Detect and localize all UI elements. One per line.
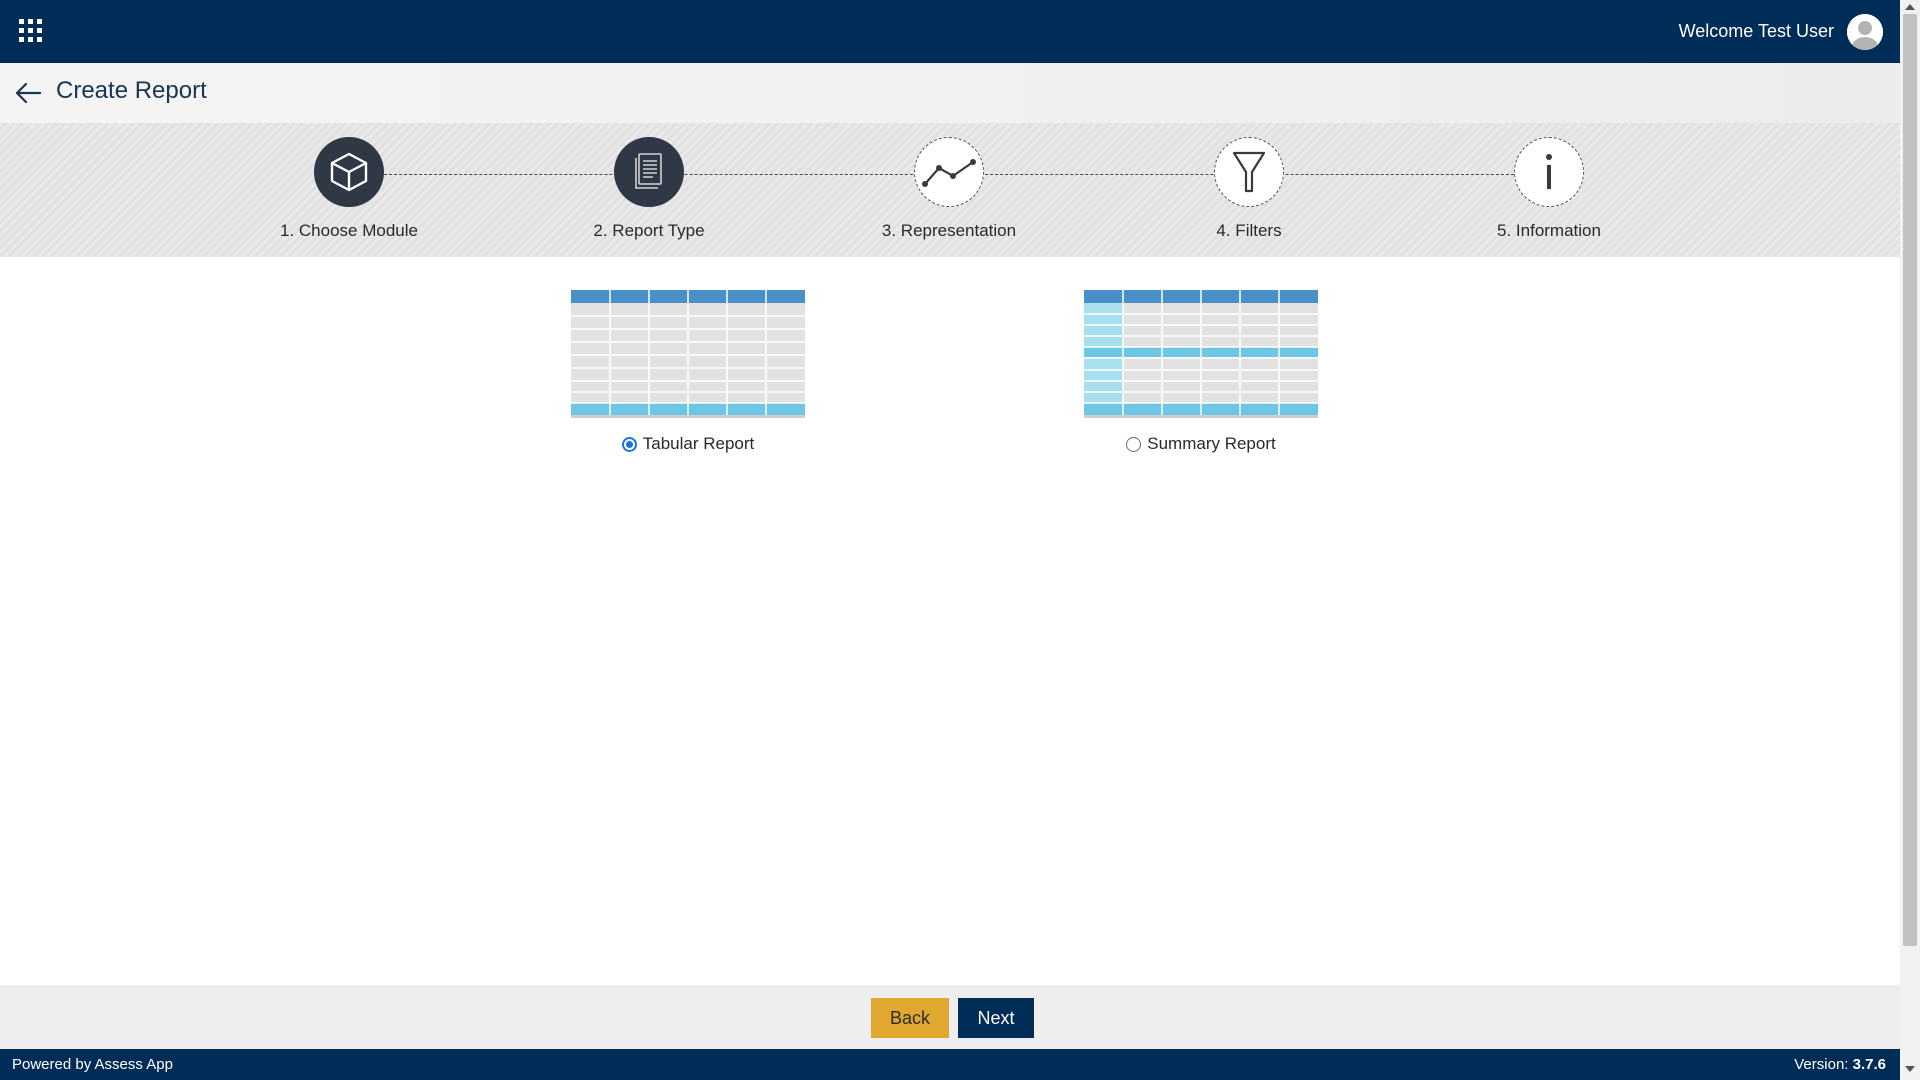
step-filters[interactable]: 4. Filters [1149, 137, 1349, 241]
grid-apps-icon[interactable] [19, 19, 43, 43]
step-choose-module[interactable]: 1. Choose Module [249, 137, 449, 241]
version-number: 3.7.6 [1852, 1056, 1886, 1073]
summary-report-radio-row[interactable]: Summary Report [1083, 434, 1319, 454]
tabular-report-preview[interactable] [571, 290, 805, 418]
step-label: 5. Information [1497, 221, 1601, 240]
scroll-down-arrow-icon[interactable] [1905, 1066, 1915, 1072]
top-navbar: Welcome Test User [0, 0, 1900, 63]
filter-icon [1214, 137, 1284, 207]
tabular-report-radio[interactable] [621, 436, 637, 452]
page-title: Create Report [56, 77, 207, 104]
summary-report-radio[interactable] [1126, 436, 1142, 452]
scroll-thumb[interactable] [1903, 14, 1917, 946]
step-report-type[interactable]: 2. Report Type [549, 137, 749, 241]
step-label: 1. Choose Module [280, 221, 418, 240]
step-representation[interactable]: 3. Representation [849, 137, 1049, 241]
document-icon [614, 137, 684, 207]
version-text: Version: 3.7.6 [1794, 1056, 1886, 1073]
tabular-report-option[interactable]: Tabular Report [570, 290, 806, 454]
action-bar: Back Next [0, 985, 1900, 1049]
back-button[interactable]: Back [871, 998, 949, 1038]
footer: Powered by Assess App Version: 3.7.6 [0, 1049, 1900, 1080]
tabular-report-radio-row[interactable]: Tabular Report [570, 434, 806, 454]
arrow-left-icon[interactable] [14, 80, 42, 106]
powered-by-text: Powered by Assess App [12, 1056, 173, 1073]
page-header: Create Report [0, 63, 1900, 123]
summary-report-preview[interactable] [1084, 290, 1318, 418]
summary-report-option[interactable]: Summary Report [1083, 290, 1319, 454]
user-avatar-icon[interactable] [1847, 14, 1883, 50]
cube-icon [314, 137, 384, 207]
info-icon [1514, 137, 1584, 207]
next-button[interactable]: Next [958, 998, 1034, 1038]
scroll-up-arrow-icon[interactable] [1905, 4, 1915, 10]
summary-report-label: Summary Report [1147, 434, 1276, 453]
tabular-report-label: Tabular Report [642, 434, 755, 453]
step-label: 4. Filters [1216, 221, 1282, 240]
step-label: 3. Representation [881, 221, 1017, 240]
welcome-text: Welcome Test User [1678, 21, 1834, 41]
wizard-stepper: 1. Choose Module 2. Report Type 3. Repre… [0, 123, 1900, 257]
vertical-scrollbar[interactable] [1900, 0, 1920, 1080]
step-information[interactable]: 5. Information [1449, 137, 1649, 241]
line-chart-icon [914, 137, 984, 207]
step-label: 2. Report Type [593, 221, 705, 240]
version-label: Version: [1794, 1056, 1853, 1073]
